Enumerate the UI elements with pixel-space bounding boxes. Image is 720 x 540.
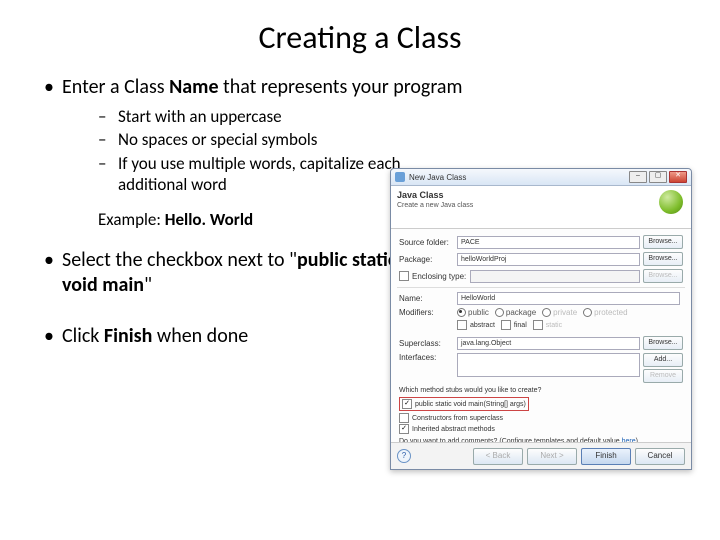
dialog-titlebar[interactable]: New Java Class – ▢ ✕	[391, 169, 691, 186]
bullet-2: Select the checkbox next to "public stat…	[40, 248, 402, 298]
dialog-footer: ? < Back Next > Finish Cancel	[391, 442, 691, 469]
remove-interface-button: Remove	[643, 369, 683, 383]
b1-bold: Name	[169, 75, 218, 99]
label-enclosing: Enclosing type:	[412, 272, 466, 281]
package-field[interactable]: helloWorldProj	[457, 253, 640, 266]
sub-3: If you use multiple words, capitalize ea…	[98, 153, 438, 196]
enclosing-checkbox[interactable]	[399, 271, 409, 281]
help-icon[interactable]: ?	[397, 449, 411, 463]
app-icon	[395, 172, 405, 182]
b2-pre: Select the checkbox next to "	[62, 248, 297, 272]
minimize-button[interactable]: –	[629, 171, 647, 183]
browse-enclosing-button: Browse...	[643, 269, 683, 283]
label-modifiers: Modifiers:	[399, 308, 457, 317]
b3-post: when done	[152, 324, 248, 348]
example-line: Example: Hello. World	[98, 209, 438, 230]
check-main-method[interactable]: public static void main(String[] args)	[399, 397, 529, 411]
next-button: Next >	[527, 448, 577, 465]
b2-post: "	[144, 273, 152, 297]
label-name: Name:	[399, 294, 457, 303]
stubs-question: Which method stubs would you like to cre…	[399, 387, 683, 394]
label-source: Source folder:	[399, 238, 457, 247]
new-class-dialog: New Java Class – ▢ ✕ Java Class Create a…	[390, 168, 692, 470]
b3-pre: Click	[62, 324, 104, 348]
b1-pre: Enter a Class	[62, 75, 169, 99]
finish-button[interactable]: Finish	[581, 448, 631, 465]
check-abstract[interactable]: abstract	[457, 320, 495, 330]
radio-package[interactable]: package	[495, 308, 536, 317]
check-constructors[interactable]: Constructors from superclass	[399, 413, 683, 423]
radio-private: private	[542, 308, 577, 317]
b1-post: that represents your program	[219, 75, 463, 99]
back-button: < Back	[473, 448, 523, 465]
label-package: Package:	[399, 255, 457, 264]
browse-package-button[interactable]: Browse...	[643, 252, 683, 266]
radio-public[interactable]: public	[457, 308, 489, 317]
slide-title: Creating a Class	[40, 18, 680, 57]
label-interfaces: Interfaces:	[399, 353, 457, 362]
superclass-field[interactable]: java.lang.Object	[457, 337, 640, 350]
interfaces-list[interactable]	[457, 353, 640, 377]
add-interface-button[interactable]: Add...	[643, 353, 683, 367]
dialog-banner: Java Class Create a new Java class	[391, 186, 691, 229]
cancel-button[interactable]: Cancel	[635, 448, 685, 465]
banner-title: Java Class	[397, 190, 444, 200]
label-superclass: Superclass:	[399, 339, 457, 348]
radio-protected: protected	[583, 308, 627, 317]
class-name-field[interactable]: HelloWorld	[457, 292, 680, 305]
example-value: Hello. World	[165, 209, 253, 230]
sub-1: Start with an uppercase	[98, 106, 438, 127]
window-title: New Java Class	[409, 173, 466, 182]
modifier-row-1: public package private protected	[457, 308, 683, 317]
b3-bold: Finish	[104, 324, 152, 348]
maximize-button[interactable]: ▢	[649, 171, 667, 183]
check-final[interactable]: final	[501, 320, 527, 330]
modifier-row-2: abstract final static	[457, 319, 683, 331]
bullet-3: Click Finish when done	[40, 324, 402, 349]
check-inherited[interactable]: Inherited abstract methods	[399, 424, 683, 434]
example-label: Example:	[98, 209, 165, 230]
enclosing-field	[470, 270, 640, 283]
close-button[interactable]: ✕	[669, 171, 687, 183]
browse-source-button[interactable]: Browse...	[643, 235, 683, 249]
source-folder-field[interactable]: PACE	[457, 236, 640, 249]
sub-list: Start with an uppercase No spaces or spe…	[98, 106, 438, 195]
check-static: static	[533, 320, 562, 330]
class-icon	[659, 190, 683, 214]
browse-superclass-button[interactable]: Browse...	[643, 336, 683, 350]
sub-2: No spaces or special symbols	[98, 129, 438, 150]
banner-subtitle: Create a new Java class	[397, 202, 473, 209]
